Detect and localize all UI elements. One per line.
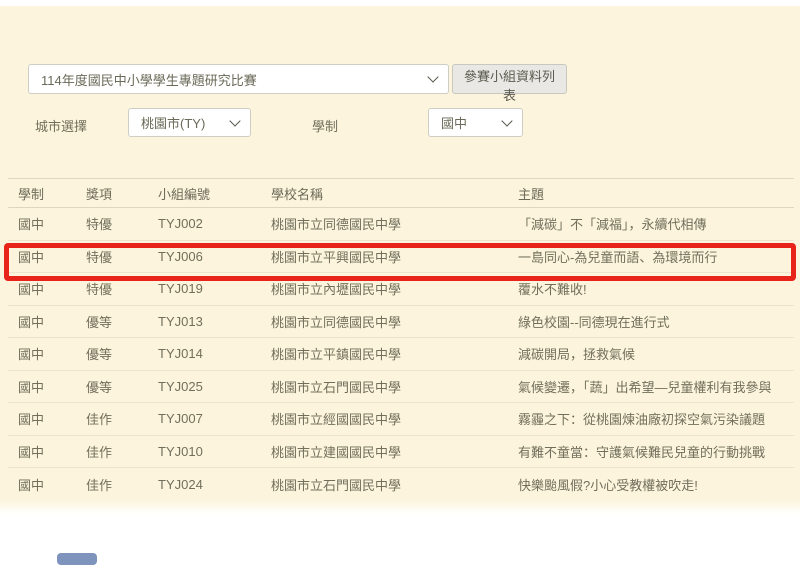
cell-topic: 氣候變遷，「蔬」出希望—兒童權利有我參與 bbox=[518, 377, 794, 396]
cell-award: 佳作 bbox=[86, 409, 158, 428]
competition-select[interactable]: 114年度國民中小學學生專題研究比賽 bbox=[28, 64, 449, 94]
cell-group-id: TYJ013 bbox=[158, 314, 271, 329]
results-table: 學制 獎項 小組編號 學校名稱 主題 國中 特優 TYJ002 桃園市立同德國民… bbox=[8, 178, 794, 501]
level-select-value: 國中 bbox=[429, 113, 467, 132]
cell-group-id: TYJ014 bbox=[158, 346, 271, 361]
col-header-award: 獎項 bbox=[86, 184, 158, 203]
cell-award: 特優 bbox=[86, 279, 158, 298]
cell-award: 佳作 bbox=[86, 475, 158, 494]
cell-level: 國中 bbox=[18, 312, 86, 331]
cell-school: 桃園市立石門國民中學 bbox=[271, 377, 518, 396]
col-header-topic: 主題 bbox=[518, 184, 794, 203]
cell-group-id: TYJ025 bbox=[158, 379, 271, 394]
table-row[interactable]: 國中 特優 TYJ006 桃園市立平興國民中學 一島同心-為兒童而語、為環境而行 bbox=[8, 241, 794, 274]
table-row[interactable]: 國中 優等 TYJ025 桃園市立石門國民中學 氣候變遷，「蔬」出希望—兒童權利… bbox=[8, 371, 794, 404]
col-header-group-id: 小組編號 bbox=[158, 184, 271, 203]
cell-school: 桃園市立內壢國民中學 bbox=[271, 279, 518, 298]
chevron-down-icon bbox=[427, 71, 438, 82]
cell-topic: 一島同心-為兒童而語、為環境而行 bbox=[518, 247, 794, 266]
table-body: 國中 特優 TYJ002 桃園市立同德國民中學 「減碳」不「減福」，永續代相傳 … bbox=[8, 208, 794, 501]
cell-award: 特優 bbox=[86, 247, 158, 266]
level-select-label: 學制 bbox=[312, 116, 338, 135]
table-header-row: 學制 獎項 小組編號 學校名稱 主題 bbox=[8, 178, 794, 208]
city-select-value: 桃園市(TY) bbox=[129, 113, 205, 132]
cell-level: 國中 bbox=[18, 344, 86, 363]
cell-group-id: TYJ010 bbox=[158, 444, 271, 459]
col-header-school: 學校名稱 bbox=[271, 184, 518, 203]
cell-level: 國中 bbox=[18, 475, 86, 494]
table-row[interactable]: 國中 佳作 TYJ010 桃園市立建國國民中學 有難不童當：守護氣候難民兒童的行… bbox=[8, 436, 794, 469]
cell-group-id: TYJ024 bbox=[158, 477, 271, 492]
cell-school: 桃園市立建國國民中學 bbox=[271, 442, 518, 461]
cell-level: 國中 bbox=[18, 279, 86, 298]
table-row[interactable]: 國中 優等 TYJ013 桃園市立同德國民中學 綠色校園--同德現在進行式 bbox=[8, 306, 794, 339]
cell-group-id: TYJ006 bbox=[158, 249, 271, 264]
cell-level: 國中 bbox=[18, 409, 86, 428]
cell-topic: 有難不童當：守護氣候難民兒童的行動挑戰 bbox=[518, 442, 794, 461]
cell-level: 國中 bbox=[18, 442, 86, 461]
cell-school: 桃園市立同德國民中學 bbox=[271, 312, 518, 331]
cell-level: 國中 bbox=[18, 214, 86, 233]
cell-school: 桃園市立石門國民中學 bbox=[271, 475, 518, 494]
chevron-down-icon bbox=[229, 115, 240, 126]
cell-level: 國中 bbox=[18, 377, 86, 396]
cell-award: 佳作 bbox=[86, 442, 158, 461]
cell-award: 特優 bbox=[86, 214, 158, 233]
table-row[interactable]: 國中 佳作 TYJ007 桃園市立經國國民中學 霧霾之下：從桃園煉油廠初探空氣污… bbox=[8, 403, 794, 436]
cell-school: 桃園市立經國國民中學 bbox=[271, 409, 518, 428]
level-select[interactable]: 國中 bbox=[428, 108, 523, 137]
cell-group-id: TYJ007 bbox=[158, 411, 271, 426]
cell-topic: 覆水不難收! bbox=[518, 279, 794, 298]
table-row[interactable]: 國中 佳作 TYJ024 桃園市立石門國民中學 快樂颱風假?小心受教權被吹走! bbox=[8, 468, 794, 501]
cell-topic: 霧霾之下：從桃園煉油廠初探空氣污染議題 bbox=[518, 409, 794, 428]
cell-topic: 「減碳」不「減福」，永續代相傳 bbox=[518, 214, 794, 233]
col-header-level: 學制 bbox=[18, 184, 86, 203]
competition-select-value: 114年度國民中小學學生專題研究比賽 bbox=[29, 70, 257, 89]
cell-topic: 快樂颱風假?小心受教權被吹走! bbox=[518, 475, 794, 494]
page: 114年度國民中小學學生專題研究比賽 參賽小組資料列表 城市選擇 桃園市(TY)… bbox=[0, 0, 800, 565]
cell-group-id: TYJ019 bbox=[158, 281, 271, 296]
table-row[interactable]: 國中 特優 TYJ019 桃園市立內壢國民中學 覆水不難收! bbox=[8, 273, 794, 306]
city-select-label: 城市選擇 bbox=[35, 116, 87, 135]
cell-school: 桃園市立同德國民中學 bbox=[271, 214, 518, 233]
cell-school: 桃園市立平興國民中學 bbox=[271, 247, 518, 266]
cell-topic: 減碳開局，拯救氣候 bbox=[518, 344, 794, 363]
cell-award: 優等 bbox=[86, 344, 158, 363]
table-row[interactable]: 國中 特優 TYJ002 桃園市立同德國民中學 「減碳」不「減福」，永續代相傳 bbox=[8, 208, 794, 241]
cell-topic: 綠色校園--同德現在進行式 bbox=[518, 312, 794, 331]
cell-school: 桃園市立平鎮國民中學 bbox=[271, 344, 518, 363]
horizontal-scrollbar-thumb[interactable] bbox=[57, 553, 97, 565]
table-row[interactable]: 國中 優等 TYJ014 桃園市立平鎮國民中學 減碳開局，拯救氣候 bbox=[8, 338, 794, 371]
cell-group-id: TYJ002 bbox=[158, 216, 271, 231]
cell-award: 優等 bbox=[86, 312, 158, 331]
cell-level: 國中 bbox=[18, 247, 86, 266]
chevron-down-icon bbox=[501, 115, 512, 126]
city-select[interactable]: 桃園市(TY) bbox=[128, 108, 251, 137]
cell-award: 優等 bbox=[86, 377, 158, 396]
group-list-button[interactable]: 參賽小組資料列表 bbox=[452, 64, 567, 94]
